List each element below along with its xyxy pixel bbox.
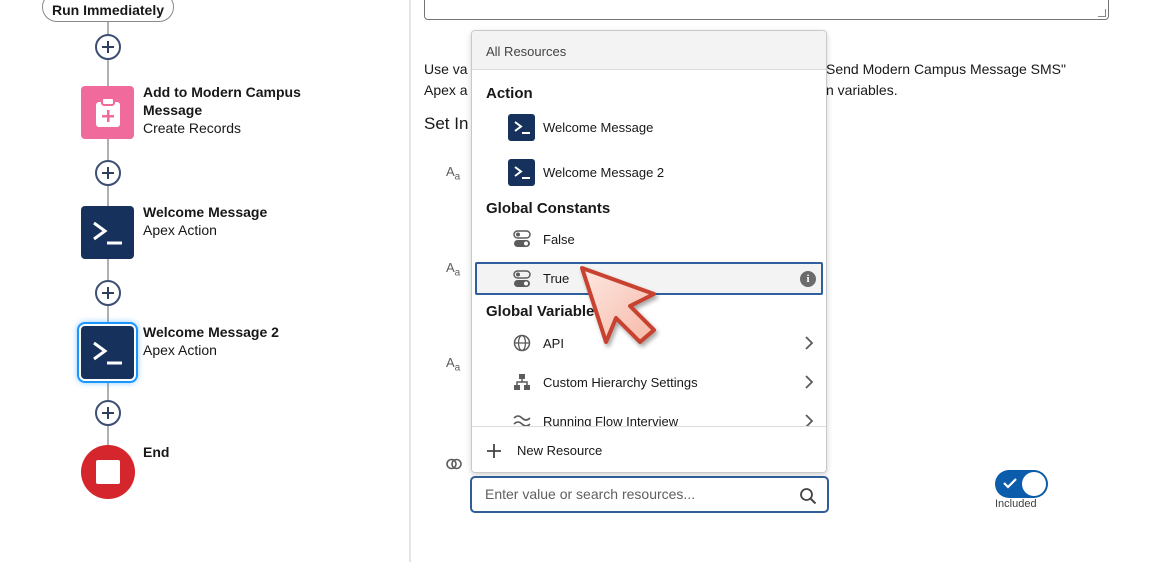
panel-divider xyxy=(409,0,411,562)
node-end[interactable]: End xyxy=(143,443,169,461)
node-title: Welcome Message 2 xyxy=(143,324,279,340)
check-icon xyxy=(1003,478,1017,489)
stop-icon xyxy=(96,460,120,484)
linked-type-icon xyxy=(446,458,462,470)
dropdown-header: All Resources xyxy=(472,31,826,70)
globe-icon xyxy=(513,334,531,352)
text-type-icon: Aa xyxy=(446,355,461,374)
option-label: Custom Hierarchy Settings xyxy=(543,374,698,390)
end-icon[interactable] xyxy=(81,445,135,499)
option-welcome-message[interactable]: Welcome Message xyxy=(475,109,823,145)
help-text-right: n variables. xyxy=(826,82,898,98)
resize-grip-icon[interactable] xyxy=(1098,9,1106,17)
chevron-right-icon xyxy=(805,336,814,350)
option-label: True xyxy=(543,271,570,286)
create-records-icon[interactable] xyxy=(81,86,134,139)
option-api[interactable]: API xyxy=(475,325,823,361)
group-heading-global-constants: Global Constants xyxy=(486,200,611,217)
node-welcome-message[interactable]: Welcome Message Apex Action xyxy=(143,203,267,239)
apex-icon xyxy=(508,158,535,186)
search-icon xyxy=(800,488,817,505)
node-type: Apex Action xyxy=(143,342,217,358)
help-text-line: Use va xyxy=(424,61,468,77)
node-title: End xyxy=(143,444,170,460)
included-toggle[interactable] xyxy=(995,470,1048,498)
resource-search-field[interactable] xyxy=(470,476,829,513)
apex-icon[interactable] xyxy=(81,326,134,379)
resource-picker-dropdown: All Resources Action Welcome Message Wel… xyxy=(471,30,827,473)
toggle-constant-icon xyxy=(513,269,531,287)
plus-icon xyxy=(487,444,501,458)
node-create-records[interactable]: Add to Modern Campus Message Create Reco… xyxy=(143,83,333,137)
flow-builder: Run Immediately Add to Modern Campus Mes… xyxy=(0,0,1176,562)
option-custom-hierarchy-settings[interactable]: Custom Hierarchy Settings xyxy=(475,364,823,400)
option-label: False xyxy=(543,231,575,247)
apex-icon[interactable] xyxy=(81,206,134,259)
text-type-icon: Aa xyxy=(446,260,461,279)
add-element-button[interactable] xyxy=(95,160,121,186)
add-element-button[interactable] xyxy=(95,400,121,426)
add-element-button[interactable] xyxy=(95,34,121,60)
node-type: Apex Action xyxy=(143,222,217,238)
node-type: Create Records xyxy=(143,120,242,136)
option-welcome-message-2[interactable]: Welcome Message 2 xyxy=(475,154,823,190)
option-label: Welcome Message xyxy=(543,119,654,135)
toggle-constant-icon xyxy=(513,230,531,247)
option-label: Welcome Message 2 xyxy=(543,164,665,180)
section-title: Set In xyxy=(424,114,469,133)
option-label: API xyxy=(543,335,564,351)
resource-search-input[interactable] xyxy=(485,486,785,502)
start-node-pill[interactable]: Run Immediately xyxy=(42,0,174,22)
node-title: Welcome Message xyxy=(143,204,268,220)
info-icon[interactable]: i xyxy=(800,270,816,287)
group-heading-action: Action xyxy=(486,85,533,102)
hierarchy-icon xyxy=(514,374,530,390)
new-resource-button[interactable]: New Resource xyxy=(472,426,826,472)
flow-canvas: Run Immediately Add to Modern Campus Mes… xyxy=(0,0,410,562)
node-title: Add to Modern Campus Message xyxy=(143,84,301,118)
toggle-label: Included xyxy=(995,498,1037,510)
node-welcome-message-2[interactable]: Welcome Message 2 Apex Action xyxy=(143,323,279,359)
add-element-button[interactable] xyxy=(95,280,121,306)
group-heading-global-variables: Global Variable xyxy=(486,303,595,320)
toggle-knob xyxy=(1022,472,1046,496)
option-true[interactable]: True i xyxy=(475,262,823,295)
help-text-line: Apex a xyxy=(424,82,468,98)
text-type-icon: Aa xyxy=(446,164,461,183)
description-textarea[interactable] xyxy=(424,0,1109,20)
help-text-right: Send Modern Campus Message SMS" xyxy=(826,61,1066,77)
chevron-right-icon xyxy=(805,375,814,389)
new-resource-label: New Resource xyxy=(517,443,603,458)
help-text: Use va Apex a xyxy=(424,59,468,101)
apex-icon xyxy=(508,113,535,141)
option-false[interactable]: False xyxy=(475,221,823,257)
